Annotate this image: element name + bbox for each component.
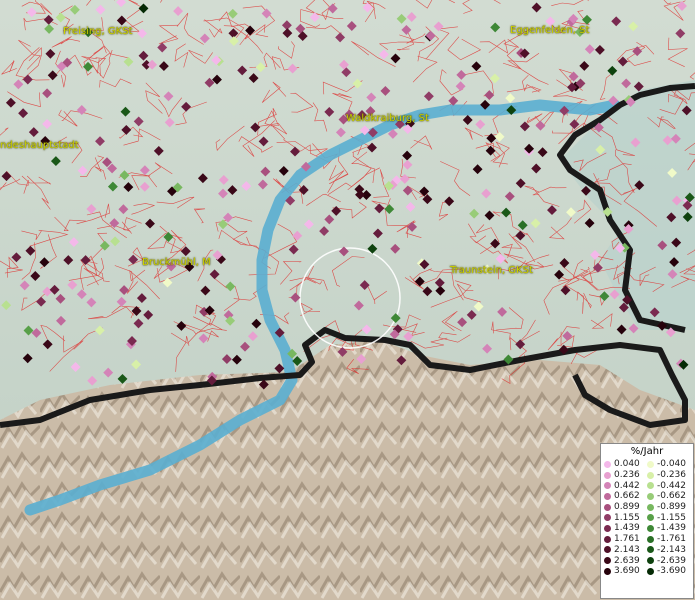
legend-entry-positive: 2.639 bbox=[604, 555, 647, 566]
legend-label: 0.040 bbox=[614, 459, 640, 470]
legend-entry-negative: -1.761 bbox=[647, 534, 690, 545]
city-label-landeshauptstadt: ndeshauptstadt bbox=[0, 140, 79, 151]
legend-label: -1.761 bbox=[657, 534, 687, 545]
legend-entry-negative: -0.040 bbox=[647, 459, 690, 470]
legend-swatch bbox=[647, 492, 654, 500]
legend-label: 1.761 bbox=[614, 534, 640, 545]
legend-swatch bbox=[647, 503, 654, 511]
legend-swatch bbox=[604, 514, 611, 522]
legend-entry-negative: -0.899 bbox=[647, 502, 690, 513]
map-canvas bbox=[0, 0, 695, 600]
legend-entry-positive: 0.236 bbox=[604, 470, 647, 481]
legend-swatch bbox=[647, 471, 654, 479]
legend-label: 2.639 bbox=[614, 555, 640, 566]
legend-label: 3.690 bbox=[614, 566, 640, 577]
legend-label: -1.439 bbox=[657, 523, 687, 534]
legend-swatch bbox=[604, 503, 611, 511]
legend-negative-column: -0.040 -0.236 -0.442 -0.662 -0.899 -1.155 -1.4… bbox=[647, 459, 690, 577]
legend-positive-column: 0.040 0.236 0.442 0.662 0.899 1.155 1.439 1.761… bbox=[604, 459, 647, 577]
legend-label: -0.040 bbox=[657, 459, 687, 470]
legend-label: 2.143 bbox=[614, 544, 640, 555]
legend-swatch bbox=[647, 460, 654, 468]
city-label-freising: Freising, GKSt bbox=[63, 26, 133, 37]
legend-entry-positive: 0.662 bbox=[604, 491, 647, 502]
legend-entry-negative: -0.442 bbox=[647, 480, 690, 491]
legend-entry-positive: 0.899 bbox=[604, 502, 647, 513]
legend-entry-negative: -0.236 bbox=[647, 470, 690, 481]
legend-label: 1.439 bbox=[614, 523, 640, 534]
legend-entry-negative: -0.662 bbox=[647, 491, 690, 502]
legend-label: -3.690 bbox=[657, 566, 687, 577]
city-label-eggenfelden: Eggenfelden, St bbox=[510, 25, 590, 36]
legend-swatch bbox=[647, 482, 654, 490]
legend-label: -0.899 bbox=[657, 502, 687, 513]
legend-label: -2.143 bbox=[657, 544, 687, 555]
legend-swatch bbox=[604, 557, 611, 565]
legend-entry-positive: 1.761 bbox=[604, 534, 647, 545]
legend-swatch bbox=[647, 567, 654, 575]
legend-entry-negative: -2.639 bbox=[647, 555, 690, 566]
legend-swatch bbox=[604, 471, 611, 479]
city-label-bruckmuehl: Bruckmühl, M bbox=[142, 257, 211, 268]
legend-label: -0.442 bbox=[657, 480, 687, 491]
legend-entry-positive: 0.442 bbox=[604, 480, 647, 491]
legend-label: 1.155 bbox=[614, 512, 640, 523]
legend-entry-negative: -3.690 bbox=[647, 566, 690, 577]
legend-label: -1.155 bbox=[657, 512, 687, 523]
legend: %/Jahr 0.040 0.236 0.442 0.662 0.899 1.155 1.4… bbox=[600, 443, 694, 599]
legend-swatch bbox=[604, 524, 611, 532]
legend-swatch bbox=[647, 514, 654, 522]
legend-entry-negative: -1.155 bbox=[647, 512, 690, 523]
legend-label: -2.639 bbox=[657, 555, 687, 566]
legend-label: 0.899 bbox=[614, 502, 640, 513]
legend-swatch bbox=[647, 524, 654, 532]
legend-swatch bbox=[647, 546, 654, 554]
legend-entry-positive: 0.040 bbox=[604, 459, 647, 470]
legend-entry-negative: -1.439 bbox=[647, 523, 690, 534]
legend-label: -0.662 bbox=[657, 491, 687, 502]
legend-label: 0.236 bbox=[614, 470, 640, 481]
legend-label: 0.442 bbox=[614, 480, 640, 491]
city-label-waldkraiburg: Waldkraiburg, St bbox=[346, 113, 429, 124]
legend-entry-positive: 1.439 bbox=[604, 523, 647, 534]
legend-swatch bbox=[604, 546, 611, 554]
legend-swatch bbox=[604, 460, 611, 468]
legend-swatch bbox=[604, 492, 611, 500]
city-label-traunstein: Traunstein, GKSt bbox=[450, 265, 533, 276]
legend-title: %/Jahr bbox=[630, 446, 664, 457]
legend-label: 0.662 bbox=[614, 491, 640, 502]
legend-entry-positive: 3.690 bbox=[604, 566, 647, 577]
legend-swatch bbox=[604, 535, 611, 543]
legend-swatch bbox=[647, 535, 654, 543]
legend-entry-positive: 1.155 bbox=[604, 512, 647, 523]
legend-entry-positive: 2.143 bbox=[604, 545, 647, 556]
legend-entry-negative: -2.143 bbox=[647, 545, 690, 556]
legend-swatch bbox=[604, 482, 611, 490]
legend-swatch bbox=[647, 557, 654, 565]
legend-label: -0.236 bbox=[657, 470, 687, 481]
map-view[interactable]: Freising, GKSt Eggenfelden, St ndeshaupt… bbox=[0, 0, 695, 600]
legend-swatch bbox=[604, 567, 611, 575]
